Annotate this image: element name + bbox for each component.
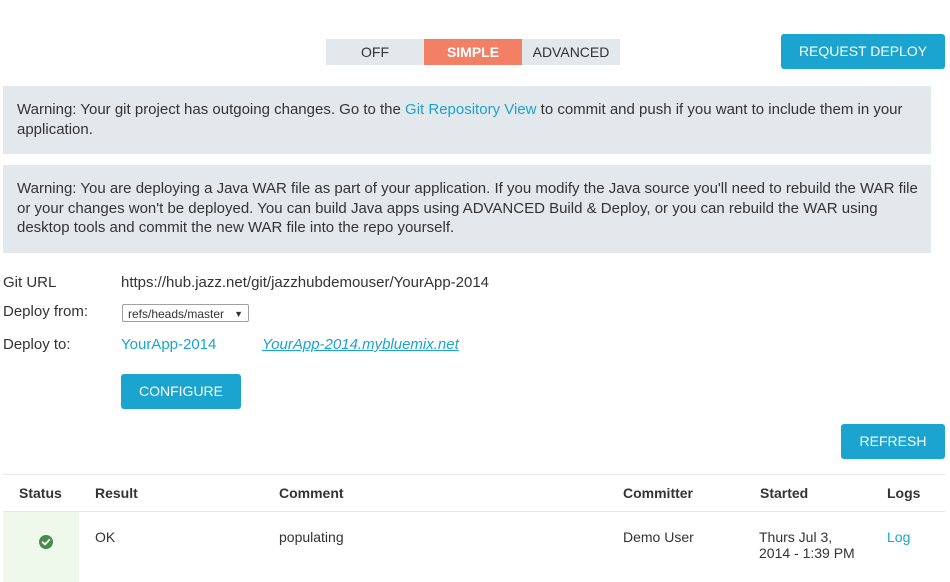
committer-header: Committer xyxy=(623,485,694,501)
result-header: Result xyxy=(95,485,138,501)
status-cell xyxy=(3,512,79,582)
started-date: Thurs Jul 3, xyxy=(759,529,833,545)
comment-cell: populating xyxy=(279,529,344,545)
deploy-mode-toggle: OFF SIMPLE ADVANCED xyxy=(326,39,620,65)
deploy-from-value: refs/heads/master xyxy=(128,307,225,321)
started-cell: Thurs Jul 3, 2014 - 1:39 PM xyxy=(759,529,855,561)
started-header: Started xyxy=(760,485,809,501)
refresh-button[interactable]: REFRESH xyxy=(841,424,945,459)
deploy-history-table: Status Result Comment Committer Started … xyxy=(3,474,945,582)
status-header: Status xyxy=(19,485,62,501)
mode-advanced-button[interactable]: ADVANCED xyxy=(522,39,620,65)
table-header: Status Result Comment Committer Started … xyxy=(3,474,945,511)
war-warning-text: Warning: You are deploying a Java WAR fi… xyxy=(17,180,918,236)
deploy-to-app-link[interactable]: YourApp-2014 xyxy=(121,336,216,353)
deploy-to-url-link[interactable]: YourApp-2014.mybluemix.net xyxy=(262,336,459,353)
started-time: 2014 - 1:39 PM xyxy=(759,545,855,561)
success-check-icon xyxy=(39,535,53,549)
war-file-warning: Warning: You are deploying a Java WAR fi… xyxy=(3,165,931,253)
mode-simple-button[interactable]: SIMPLE xyxy=(424,39,522,65)
mode-off-button[interactable]: OFF xyxy=(326,39,424,65)
git-warning-prefix: Warning: Your git project has outgoing c… xyxy=(17,101,406,118)
dropdown-caret-icon: ▼ xyxy=(234,309,243,319)
configure-button[interactable]: CONFIGURE xyxy=(121,374,241,409)
committer-cell: Demo User xyxy=(623,529,694,545)
git-repository-view-link[interactable]: Git Repository View xyxy=(405,101,536,118)
git-url-value: https://hub.jazz.net/git/jazzhubdemouser… xyxy=(121,274,490,291)
table-row: OK populating Demo User Thurs Jul 3, 201… xyxy=(3,511,945,582)
git-outgoing-warning: Warning: Your git project has outgoing c… xyxy=(3,86,931,154)
result-cell: OK xyxy=(95,529,116,545)
request-deploy-button[interactable]: REQUEST DEPLOY xyxy=(781,34,945,69)
logs-header: Logs xyxy=(887,485,921,501)
deploy-to-label: Deploy to: xyxy=(3,336,71,353)
comment-header: Comment xyxy=(279,485,344,501)
log-link[interactable]: Log xyxy=(887,529,910,545)
git-url-label: Git URL xyxy=(3,274,57,291)
deploy-from-label: Deploy from: xyxy=(3,303,89,320)
deploy-from-select[interactable]: refs/heads/master ▼ xyxy=(122,304,249,322)
